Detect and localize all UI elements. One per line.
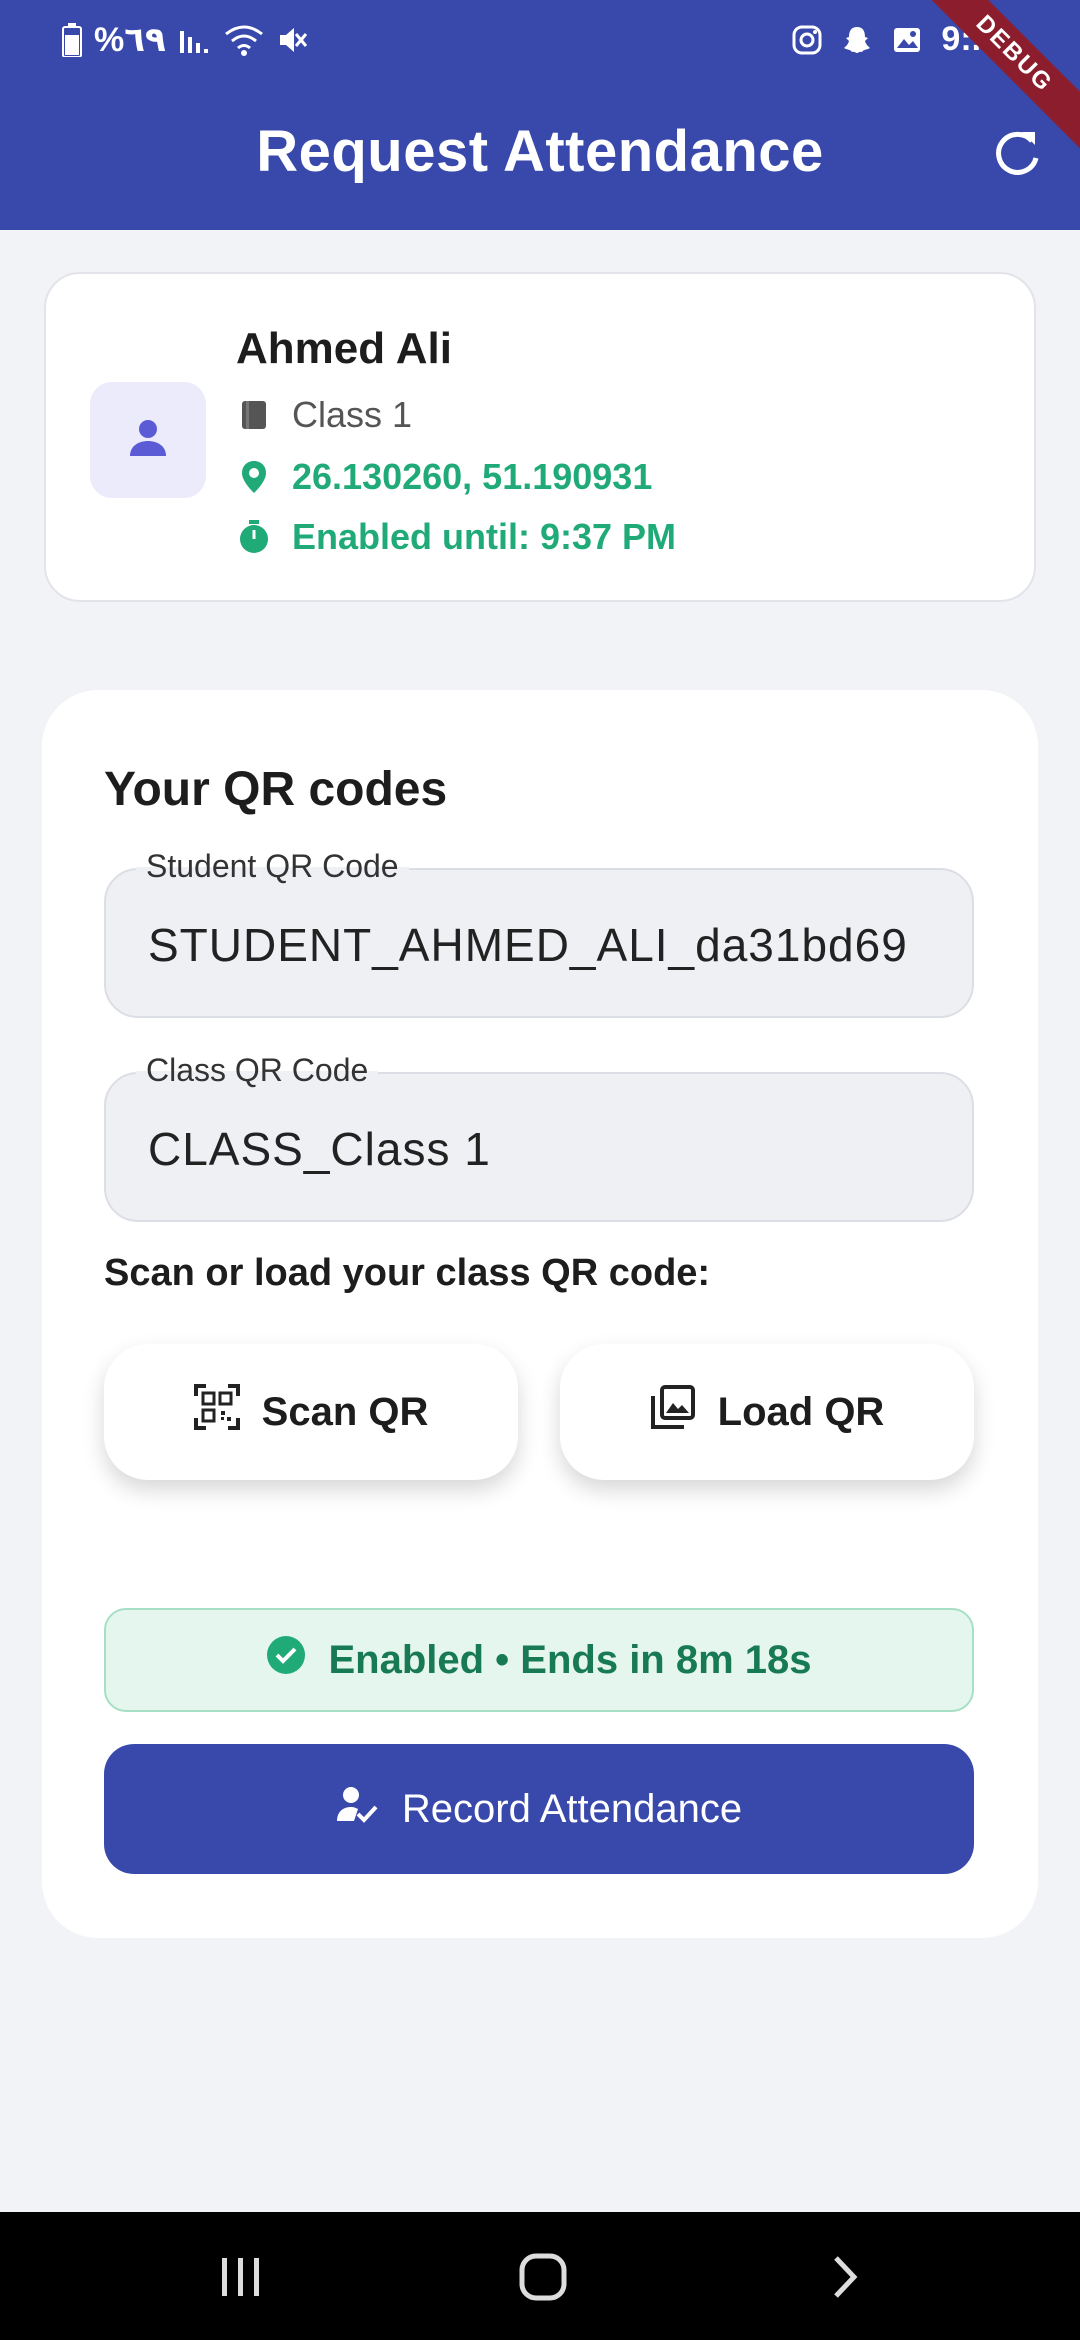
- student-qr-field[interactable]: Student QR Code STUDENT_AHMED_ALI_da31bd…: [104, 848, 974, 1018]
- status-bar: %٦٩ 9:...: [0, 0, 1080, 82]
- page-title: Request Attendance: [256, 119, 824, 184]
- qr-scan-icon: [193, 1384, 240, 1440]
- status-badge: Enabled • Ends in 8m 18s: [104, 1608, 974, 1712]
- avatar: [90, 382, 206, 498]
- location-pin-icon: [236, 459, 272, 495]
- person-check-icon: [336, 1784, 378, 1834]
- instagram-icon: [791, 24, 823, 56]
- book-icon: [236, 397, 272, 433]
- battery-percent: %٦٩: [94, 21, 166, 59]
- student-qr-value: STUDENT_AHMED_ALI_da31bd69: [148, 919, 908, 971]
- qr-card: Your QR codes Student QR Code STUDENT_AH…: [42, 690, 1038, 1938]
- refresh-icon[interactable]: [992, 128, 1042, 178]
- student-name: Ahmed Ali: [236, 324, 452, 373]
- gallery-icon: [891, 24, 923, 56]
- record-attendance-label: Record Attendance: [401, 1786, 743, 1831]
- student-qr-label: Student QR Code: [136, 848, 409, 885]
- location-row: 26.130260, 51.190931: [236, 456, 652, 498]
- record-attendance-button[interactable]: Record Attendance: [104, 1744, 974, 1874]
- profile-card: Ahmed Ali Class 1 26.130260, 51.190931 E…: [44, 272, 1036, 602]
- scan-prompt: Scan or load your class QR code:: [104, 1252, 711, 1294]
- signal-icon: [178, 25, 212, 55]
- class-row: Class 1: [236, 394, 412, 436]
- load-qr-label: Load QR: [717, 1389, 885, 1434]
- system-nav-bar: [0, 2212, 1080, 2340]
- qr-section-title: Your QR codes: [104, 763, 448, 816]
- scan-qr-label: Scan QR: [261, 1389, 429, 1434]
- timer-icon: [236, 519, 272, 555]
- class-qr-field[interactable]: Class QR Code CLASS_Class 1: [104, 1052, 974, 1222]
- home-icon[interactable]: [508, 2242, 578, 2312]
- status-text: Enabled • Ends in 8m 18s: [328, 1637, 812, 1682]
- scan-qr-button[interactable]: Scan QR: [104, 1344, 518, 1480]
- load-qr-button[interactable]: Load QR: [560, 1344, 974, 1480]
- coordinates: 26.130260, 51.190931: [292, 456, 653, 497]
- class-qr-value: CLASS_Class 1: [148, 1123, 491, 1175]
- app-bar: %٦٩ 9:... Request Attendance: [0, 0, 1080, 230]
- class-name: Class 1: [292, 394, 413, 435]
- check-circle-icon: [266, 1635, 306, 1685]
- class-qr-label: Class QR Code: [136, 1052, 379, 1089]
- enabled-row: Enabled until: 9:37 PM: [236, 516, 676, 558]
- battery-icon: [62, 23, 82, 57]
- wifi-icon: [224, 24, 264, 56]
- enabled-until: Enabled until: 9:37 PM: [292, 516, 677, 557]
- snapchat-icon: [841, 24, 873, 56]
- recents-icon[interactable]: [206, 2242, 276, 2312]
- mute-icon: [276, 24, 308, 56]
- back-icon[interactable]: [810, 2242, 880, 2312]
- person-icon: [124, 414, 172, 467]
- image-library-icon: [650, 1384, 696, 1440]
